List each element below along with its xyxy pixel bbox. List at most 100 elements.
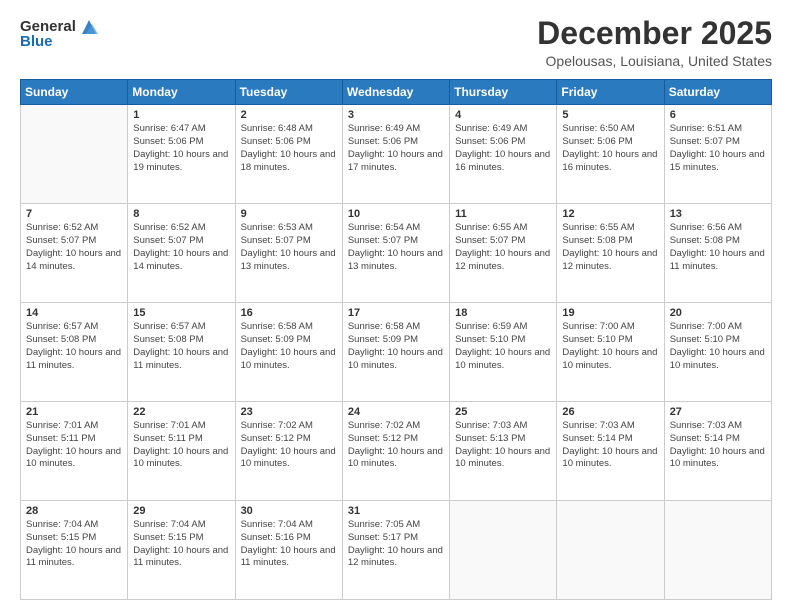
day-info: Sunrise: 6:55 AMSunset: 5:08 PMDaylight:… — [562, 222, 658, 273]
day-number: 6 — [670, 109, 766, 121]
day-info: Sunrise: 6:58 AMSunset: 5:09 PMDaylight:… — [348, 321, 444, 372]
day-number: 31 — [348, 505, 444, 517]
calendar-cell: 12 Sunrise: 6:55 AMSunset: 5:08 PMDayligh… — [557, 204, 664, 303]
calendar-cell: 13 Sunrise: 6:56 AMSunset: 5:08 PMDayligh… — [664, 204, 771, 303]
day-info: Sunrise: 6:52 AMSunset: 5:07 PMDaylight:… — [26, 222, 122, 273]
calendar-cell: 20Sunrise: 7:00 AMSunset: 5:10 PMDayligh… — [664, 303, 771, 402]
weekday-header-thursday: Thursday — [450, 80, 557, 105]
day-number: 9 — [241, 208, 337, 220]
day-number: 10 — [348, 208, 444, 220]
day-info: Sunrise: 6:49 AMSunset: 5:06 PMDaylight:… — [455, 123, 551, 174]
calendar-table: SundayMondayTuesdayWednesdayThursdayFrid… — [20, 79, 772, 600]
calendar-cell: 25 Sunrise: 7:03 AMSunset: 5:13 PMDayligh… — [450, 402, 557, 501]
day-info: Sunrise: 7:01 AMSunset: 5:11 PMDaylight:… — [26, 420, 122, 471]
day-info: Sunrise: 6:47 AMSunset: 5:06 PMDaylight:… — [133, 123, 229, 174]
day-number: 30 — [241, 505, 337, 517]
day-number: 3 — [348, 109, 444, 121]
day-info: Sunrise: 7:04 AMSunset: 5:16 PMDaylight:… — [241, 519, 337, 570]
calendar-week-row: 28 Sunrise: 7:04 AMSunset: 5:15 PMDayligh… — [21, 501, 772, 600]
calendar-week-row: 21Sunrise: 7:01 AMSunset: 5:11 PMDayligh… — [21, 402, 772, 501]
title-block: December 2025 Opelousas, Louisiana, Unit… — [537, 16, 772, 69]
day-number: 16 — [241, 307, 337, 319]
calendar-cell: 15 Sunrise: 6:57 AMSunset: 5:08 PMDayligh… — [128, 303, 235, 402]
day-info: Sunrise: 7:00 AMSunset: 5:10 PMDaylight:… — [670, 321, 766, 372]
day-number: 13 — [670, 208, 766, 220]
day-info: Sunrise: 6:57 AMSunset: 5:08 PMDaylight:… — [26, 321, 122, 372]
day-info: Sunrise: 6:48 AMSunset: 5:06 PMDaylight:… — [241, 123, 337, 174]
day-number: 23 — [241, 406, 337, 418]
page: General Blue December 2025 Opelousas, Lo… — [0, 0, 792, 612]
weekday-header-monday: Monday — [128, 80, 235, 105]
day-number: 14 — [26, 307, 122, 319]
day-number: 24 — [348, 406, 444, 418]
day-number: 25 — [455, 406, 551, 418]
day-number: 8 — [133, 208, 229, 220]
day-info: Sunrise: 7:04 AMSunset: 5:15 PMDaylight:… — [133, 519, 229, 570]
weekday-header-row: SundayMondayTuesdayWednesdayThursdayFrid… — [21, 80, 772, 105]
calendar-cell: 5 Sunrise: 6:50 AMSunset: 5:06 PMDaylight… — [557, 105, 664, 204]
day-info: Sunrise: 6:56 AMSunset: 5:08 PMDaylight:… — [670, 222, 766, 273]
calendar-cell: 14 Sunrise: 6:57 AMSunset: 5:08 PMDayligh… — [21, 303, 128, 402]
calendar-cell: 11 Sunrise: 6:55 AMSunset: 5:07 PMDayligh… — [450, 204, 557, 303]
calendar-cell — [450, 501, 557, 600]
calendar-cell: 29 Sunrise: 7:04 AMSunset: 5:15 PMDayligh… — [128, 501, 235, 600]
calendar-cell: 1 Sunrise: 6:47 AMSunset: 5:06 PMDaylight… — [128, 105, 235, 204]
logo-icon — [78, 16, 100, 38]
weekday-header-tuesday: Tuesday — [235, 80, 342, 105]
day-number: 5 — [562, 109, 658, 121]
calendar-cell: 2Sunrise: 6:48 AMSunset: 5:06 PMDaylight… — [235, 105, 342, 204]
calendar-cell: 23 Sunrise: 7:02 AMSunset: 5:12 PMDayligh… — [235, 402, 342, 501]
day-info: Sunrise: 7:03 AMSunset: 5:14 PMDaylight:… — [562, 420, 658, 471]
calendar-cell: 6 Sunrise: 6:51 AMSunset: 5:07 PMDaylight… — [664, 105, 771, 204]
calendar-cell: 3 Sunrise: 6:49 AMSunset: 5:06 PMDaylight… — [342, 105, 449, 204]
day-number: 12 — [562, 208, 658, 220]
calendar-cell — [664, 501, 771, 600]
day-number: 28 — [26, 505, 122, 517]
calendar-cell: 27Sunrise: 7:03 AMSunset: 5:14 PMDayligh… — [664, 402, 771, 501]
calendar-cell: 24 Sunrise: 7:02 AMSunset: 5:12 PMDayligh… — [342, 402, 449, 501]
day-info: Sunrise: 7:00 AMSunset: 5:10 PMDaylight:… — [562, 321, 658, 372]
day-number: 15 — [133, 307, 229, 319]
calendar-cell: 28Sunrise: 7:04 AMSunset: 5:15 PMDayligh… — [21, 501, 128, 600]
header: General Blue December 2025 Opelousas, Lo… — [20, 16, 772, 69]
day-info: Sunrise: 7:03 AMSunset: 5:13 PMDaylight:… — [455, 420, 551, 471]
day-info: Sunrise: 6:51 AMSunset: 5:07 PMDaylight:… — [670, 123, 766, 174]
day-info: Sunrise: 7:02 AMSunset: 5:12 PMDaylight:… — [241, 420, 337, 471]
day-number: 11 — [455, 208, 551, 220]
calendar-cell — [21, 105, 128, 204]
day-info: Sunrise: 6:54 AMSunset: 5:07 PMDaylight:… — [348, 222, 444, 273]
calendar-cell — [557, 501, 664, 600]
calendar-cell: 22 Sunrise: 7:01 AMSunset: 5:11 PMDayligh… — [128, 402, 235, 501]
calendar-cell: 17 Sunrise: 6:58 AMSunset: 5:09 PMDayligh… — [342, 303, 449, 402]
day-number: 18 — [455, 307, 551, 319]
day-info: Sunrise: 7:03 AMSunset: 5:14 PMDaylight:… — [670, 420, 766, 471]
calendar-cell: 19Sunrise: 7:00 AMSunset: 5:10 PMDayligh… — [557, 303, 664, 402]
calendar-cell: 10 Sunrise: 6:54 AMSunset: 5:07 PMDayligh… — [342, 204, 449, 303]
day-number: 22 — [133, 406, 229, 418]
calendar-cell: 7 Sunrise: 6:52 AMSunset: 5:07 PMDaylight… — [21, 204, 128, 303]
calendar-cell: 31Sunrise: 7:05 AMSunset: 5:17 PMDayligh… — [342, 501, 449, 600]
day-info: Sunrise: 6:57 AMSunset: 5:08 PMDaylight:… — [133, 321, 229, 372]
day-info: Sunrise: 6:50 AMSunset: 5:06 PMDaylight:… — [562, 123, 658, 174]
calendar-cell: 21Sunrise: 7:01 AMSunset: 5:11 PMDayligh… — [21, 402, 128, 501]
day-info: Sunrise: 7:02 AMSunset: 5:12 PMDaylight:… — [348, 420, 444, 471]
calendar-week-row: 1 Sunrise: 6:47 AMSunset: 5:06 PMDaylight… — [21, 105, 772, 204]
calendar-cell: 4 Sunrise: 6:49 AMSunset: 5:06 PMDaylight… — [450, 105, 557, 204]
calendar-cell: 18 Sunrise: 6:59 AMSunset: 5:10 PMDayligh… — [450, 303, 557, 402]
day-info: Sunrise: 6:55 AMSunset: 5:07 PMDaylight:… — [455, 222, 551, 273]
day-number: 7 — [26, 208, 122, 220]
calendar-cell: 9 Sunrise: 6:53 AMSunset: 5:07 PMDaylight… — [235, 204, 342, 303]
location: Opelousas, Louisiana, United States — [537, 53, 772, 69]
weekday-header-friday: Friday — [557, 80, 664, 105]
day-number: 17 — [348, 307, 444, 319]
day-number: 4 — [455, 109, 551, 121]
day-info: Sunrise: 6:52 AMSunset: 5:07 PMDaylight:… — [133, 222, 229, 273]
day-number: 1 — [133, 109, 229, 121]
day-number: 29 — [133, 505, 229, 517]
day-info: Sunrise: 6:53 AMSunset: 5:07 PMDaylight:… — [241, 222, 337, 273]
day-info: Sunrise: 6:49 AMSunset: 5:06 PMDaylight:… — [348, 123, 444, 174]
day-info: Sunrise: 7:01 AMSunset: 5:11 PMDaylight:… — [133, 420, 229, 471]
day-info: Sunrise: 6:59 AMSunset: 5:10 PMDaylight:… — [455, 321, 551, 372]
weekday-header-wednesday: Wednesday — [342, 80, 449, 105]
day-info: Sunrise: 6:58 AMSunset: 5:09 PMDaylight:… — [241, 321, 337, 372]
